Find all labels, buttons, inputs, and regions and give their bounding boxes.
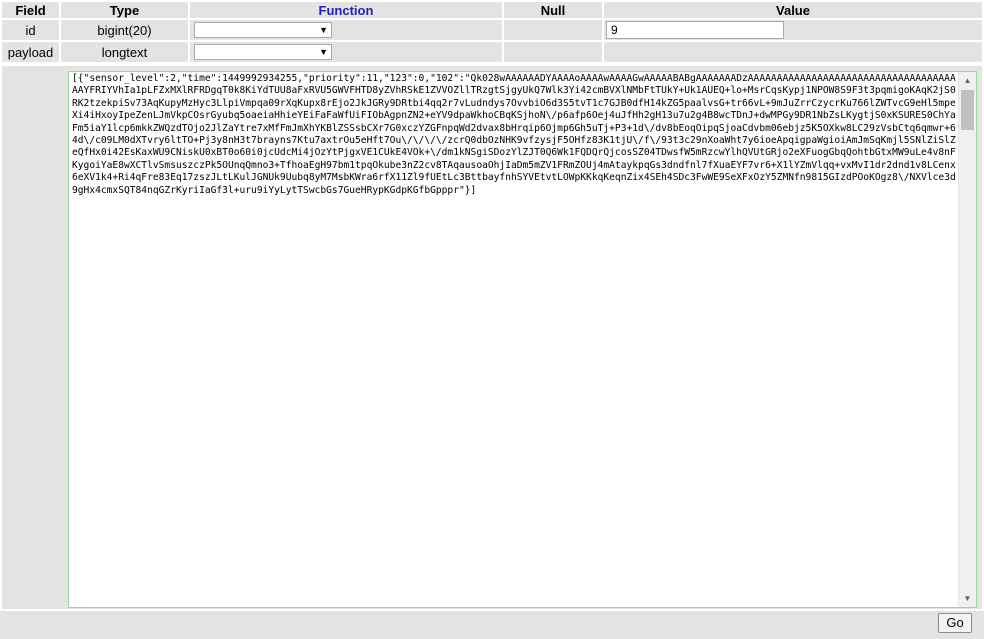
- value-cell-id: 9: [604, 20, 982, 40]
- field-type-payload: longtext: [61, 42, 188, 62]
- function-select-id[interactable]: ▼: [194, 22, 332, 38]
- null-cell-id: [504, 20, 602, 40]
- header-row: Field Type Function Null Value: [2, 2, 982, 18]
- row-id: id bigint(20) ▼ 9: [2, 20, 982, 40]
- scroll-thumb[interactable]: [961, 90, 974, 130]
- field-type-id: bigint(20): [61, 20, 188, 40]
- field-name-payload: payload: [2, 42, 59, 62]
- scroll-down-icon[interactable]: ▼: [959, 590, 976, 607]
- value-input-id[interactable]: 9: [606, 21, 784, 39]
- null-cell-payload: [504, 42, 602, 62]
- function-select-payload[interactable]: ▼: [194, 44, 332, 60]
- header-type: Type: [61, 2, 188, 18]
- edit-table: Field Type Function Null Value id bigint…: [0, 0, 984, 64]
- scroll-up-icon[interactable]: ▲: [959, 72, 976, 89]
- row-payload: payload longtext ▼: [2, 42, 982, 62]
- value-cell-payload: [604, 42, 982, 62]
- textarea-scrollbar[interactable]: ▲ ▼: [958, 72, 976, 607]
- field-name-id: id: [2, 20, 59, 40]
- payload-textarea[interactable]: [{"sensor_level":2,"time":1449992934255,…: [68, 71, 977, 608]
- go-button[interactable]: Go: [938, 613, 972, 633]
- dropdown-arrow-icon: ▼: [319, 25, 328, 35]
- dropdown-arrow-icon: ▼: [319, 47, 328, 57]
- form-footer: [0, 611, 984, 639]
- header-null: Null: [504, 2, 602, 18]
- header-field: Field: [2, 2, 59, 18]
- header-value: Value: [604, 2, 982, 18]
- function-cell-payload: ▼: [190, 42, 502, 62]
- header-function: Function: [190, 2, 502, 18]
- function-cell-id: ▼: [190, 20, 502, 40]
- payload-text: [{"sensor_level":2,"time":1449992934255,…: [72, 73, 956, 196]
